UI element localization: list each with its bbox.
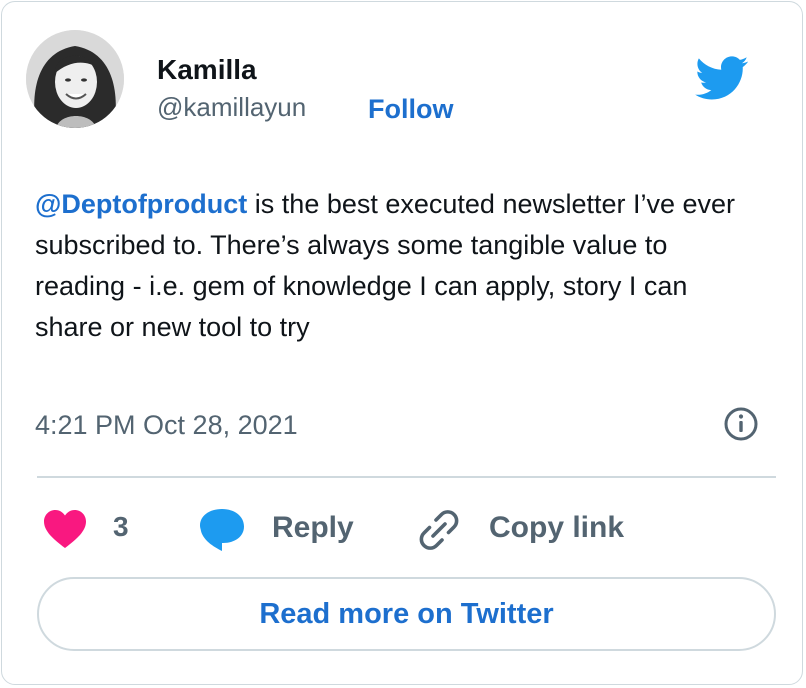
info-icon[interactable] (723, 406, 759, 442)
heart-icon[interactable] (43, 509, 87, 549)
reply-bubble-icon[interactable] (198, 507, 246, 553)
follow-button[interactable]: Follow (368, 94, 453, 125)
avatar[interactable] (26, 30, 124, 128)
avatar-photo-icon (26, 30, 124, 128)
tweet-embed-card: Kamilla @kamillayun Follow @Deptofproduc… (1, 1, 803, 685)
link-icon[interactable] (416, 507, 462, 553)
author-name[interactable]: Kamilla (157, 54, 257, 86)
author-handle[interactable]: @kamillayun (157, 92, 306, 123)
like-count[interactable]: 3 (113, 511, 129, 543)
read-more-button[interactable]: Read more on Twitter (37, 577, 776, 651)
reply-button[interactable]: Reply (272, 511, 354, 545)
mention-link[interactable]: @Deptofproduct (35, 189, 247, 219)
twitter-bird-icon[interactable] (689, 50, 753, 106)
copy-link-button[interactable]: Copy link (489, 511, 624, 545)
tweet-text: @Deptofproduct is the best executed news… (35, 184, 755, 348)
tweet-timestamp[interactable]: 4:21 PM Oct 28, 2021 (35, 410, 298, 441)
divider (37, 476, 776, 478)
